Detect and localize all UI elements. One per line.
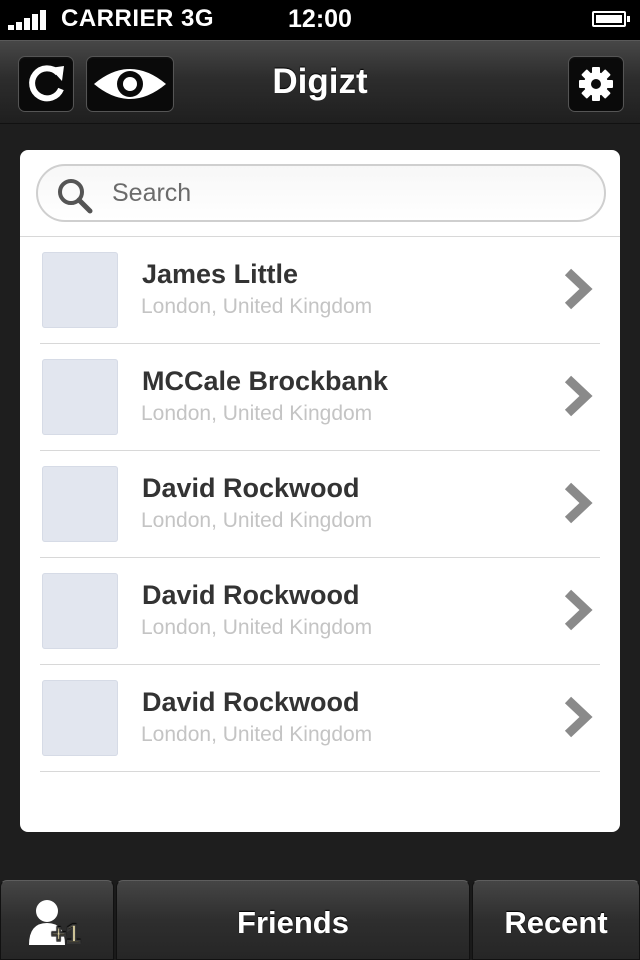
contact-name: James Little bbox=[142, 259, 299, 289]
contact-location: London, United Kingdom bbox=[141, 295, 373, 318]
contact-row[interactable]: David Rockwood London, United Kingdom bbox=[40, 558, 600, 665]
contacts-list: James Little London, United Kingdom MCCa… bbox=[40, 237, 600, 772]
contact-name: David Rockwood bbox=[142, 473, 360, 503]
contact-name: David Rockwood bbox=[142, 580, 360, 610]
search-icon bbox=[58, 179, 93, 214]
search-bar[interactable] bbox=[36, 164, 606, 222]
tab-recent[interactable]: Recent bbox=[472, 880, 640, 960]
search-input[interactable] bbox=[112, 175, 582, 211]
tab-friends-label: Friends bbox=[237, 905, 349, 940]
gear-icon bbox=[579, 67, 613, 101]
chevron-right-icon bbox=[564, 482, 593, 524]
tab-add-friend[interactable]: +1 bbox=[0, 880, 114, 960]
contact-name: MCCale Brockbank bbox=[142, 366, 389, 396]
add-badge: +1 bbox=[51, 919, 81, 947]
tab-friends[interactable]: Friends bbox=[116, 880, 470, 960]
contact-row[interactable]: David Rockwood London, United Kingdom bbox=[40, 451, 600, 558]
avatar bbox=[42, 680, 118, 756]
contact-location: London, United Kingdom bbox=[141, 509, 373, 532]
add-friend-icon: +1 bbox=[29, 900, 81, 947]
tab-bar: +1 Friends Recent bbox=[0, 880, 640, 960]
app-title: Digizt bbox=[272, 62, 368, 101]
contact-name: David Rockwood bbox=[142, 687, 360, 717]
chevron-right-icon bbox=[564, 589, 593, 631]
status-bar: CARRIER 3G 12:00 bbox=[0, 0, 640, 40]
avatar bbox=[42, 252, 118, 328]
avatar bbox=[42, 359, 118, 435]
chevron-right-icon bbox=[564, 268, 593, 310]
chevron-right-icon bbox=[564, 696, 593, 738]
contacts-card: James Little London, United Kingdom MCCa… bbox=[20, 150, 620, 832]
battery-icon bbox=[592, 11, 630, 27]
navigation-bar: Digizt bbox=[0, 40, 640, 124]
status-time: 12:00 bbox=[288, 5, 352, 33]
chevron-right-icon bbox=[564, 375, 593, 417]
contact-location: London, United Kingdom bbox=[141, 723, 373, 746]
tab-recent-label: Recent bbox=[504, 905, 608, 940]
settings-button[interactable] bbox=[568, 56, 624, 112]
contact-location: London, United Kingdom bbox=[141, 616, 373, 639]
avatar bbox=[42, 466, 118, 542]
contact-row[interactable]: David Rockwood London, United Kingdom bbox=[40, 665, 600, 772]
avatar bbox=[42, 573, 118, 649]
contact-row[interactable]: James Little London, United Kingdom bbox=[40, 237, 600, 344]
contact-location: London, United Kingdom bbox=[141, 402, 373, 425]
contact-row[interactable]: MCCale Brockbank London, United Kingdom bbox=[40, 344, 600, 451]
